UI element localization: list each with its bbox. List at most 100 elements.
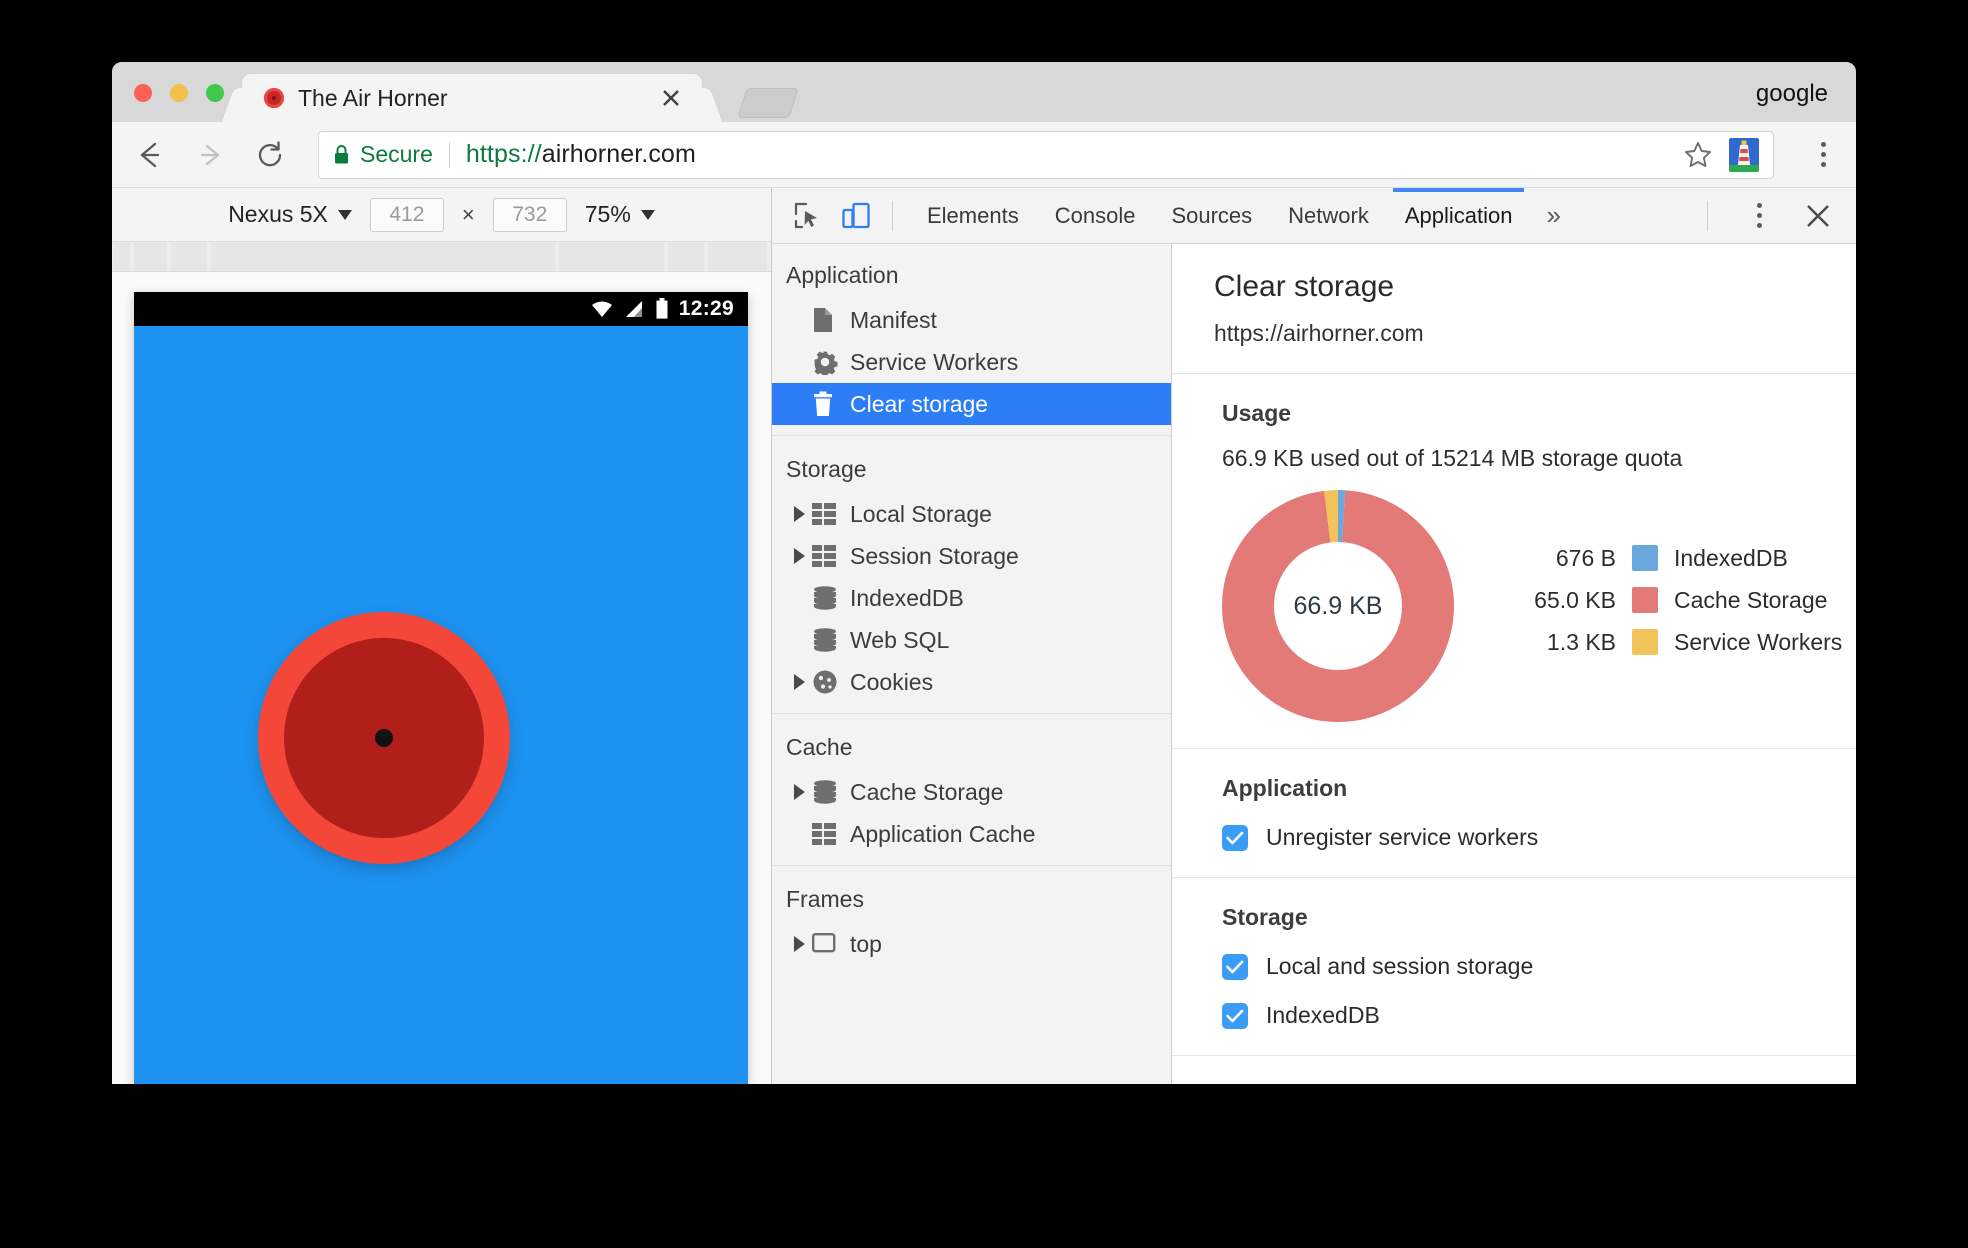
close-devtools-icon[interactable] xyxy=(1798,196,1838,236)
minimize-window-button[interactable] xyxy=(170,84,188,102)
storage-usage-donut-chart: 66.9 KB 676 B IndexedDB 65.0 KB Cache St… xyxy=(1222,490,1856,722)
sidebar-item-local-storage[interactable]: Local Storage xyxy=(772,493,1171,535)
dimension-separator: × xyxy=(461,201,475,227)
sidebar-item-service-workers[interactable]: Service Workers xyxy=(772,341,1171,383)
air-horn-button[interactable] xyxy=(258,612,510,864)
viewport-ruler xyxy=(112,242,771,272)
tab-sources[interactable]: Sources xyxy=(1153,188,1270,243)
tab-network[interactable]: Network xyxy=(1270,188,1387,243)
browser-tab[interactable]: The Air Horner xyxy=(242,74,702,122)
checkbox-checked-icon[interactable] xyxy=(1222,953,1248,980)
usage-section-title: Usage xyxy=(1222,400,1292,426)
device-selector-label: Nexus 5X xyxy=(228,201,328,227)
expand-arrow-icon[interactable] xyxy=(786,506,812,522)
database-icon xyxy=(812,780,842,804)
lighthouse-extension-icon[interactable] xyxy=(1729,137,1759,172)
omnibox-toolbar: Secure https://airhorner.com xyxy=(112,122,1856,188)
checkbox-checked-icon[interactable] xyxy=(1222,824,1248,851)
application-section-title: Application xyxy=(1222,775,1348,801)
inspect-element-icon[interactable] xyxy=(788,196,828,236)
expand-arrow-icon[interactable] xyxy=(786,784,812,800)
frame-icon xyxy=(812,933,842,955)
sidebar-item-cookies[interactable]: Cookies xyxy=(772,661,1171,703)
legend-swatch xyxy=(1632,545,1658,571)
expand-arrow-icon[interactable] xyxy=(786,936,812,952)
tab-console[interactable]: Console xyxy=(1037,188,1154,243)
ruler-segment xyxy=(707,242,768,271)
address-bar[interactable]: Secure https://airhorner.com xyxy=(318,130,1774,179)
viewport-width-input[interactable]: 412 xyxy=(369,197,444,232)
sidebar-item-session-storage[interactable]: Session Storage xyxy=(772,535,1171,577)
sidebar-item-web-sql[interactable]: Web SQL xyxy=(772,619,1171,661)
new-tab-icon[interactable] xyxy=(737,88,799,118)
sidebar-item-indexeddb[interactable]: IndexedDB xyxy=(772,577,1171,619)
checkbox-label: Unregister service workers xyxy=(1266,824,1539,850)
legend-item-cache-storage: 65.0 KB Cache Storage xyxy=(1504,585,1842,615)
devtools-menu-icon[interactable] xyxy=(1742,198,1776,234)
tree-header-frames: Frames xyxy=(786,886,864,912)
tree-section-application: Application Manifest Service Workers Cle… xyxy=(772,252,1171,425)
sidebar-item-clear-storage[interactable]: Clear storage xyxy=(772,383,1171,425)
viewport-height-input[interactable]: 732 xyxy=(492,197,567,232)
close-window-button[interactable] xyxy=(134,84,152,102)
tree-section-cache: Cache Cache Storage Application Cache xyxy=(772,713,1171,855)
chart-legend: 676 B IndexedDB 65.0 KB Cache Storage 1.… xyxy=(1504,543,1842,669)
tab-title: The Air Horner xyxy=(298,84,448,111)
application-sidebar: Application Manifest Service Workers Cle… xyxy=(772,244,1172,1084)
tab-application[interactable]: Application xyxy=(1387,188,1531,243)
omnibox-url: https://airhorner.com xyxy=(466,140,696,169)
usage-section: Usage 66.9 KB used out of 15214 MB stora… xyxy=(1172,374,1856,749)
device-selector[interactable]: Nexus 5X xyxy=(228,201,352,228)
main-split: Nexus 5X 412 × 732 75% 12:29 Elements Co… xyxy=(112,188,1856,1084)
close-icon[interactable] xyxy=(654,81,688,115)
legend-item-service-workers: 1.3 KB Service Workers xyxy=(1504,627,1842,657)
sidebar-item-label: IndexedDB xyxy=(850,584,964,611)
sidebar-item-label: Local Storage xyxy=(850,500,992,527)
android-status-bar: 12:29 xyxy=(134,292,748,326)
trash-icon xyxy=(812,391,842,417)
battery-icon xyxy=(656,298,668,319)
checkbox-indexeddb[interactable]: IndexedDB xyxy=(1222,1002,1856,1029)
chevron-double-right-icon[interactable]: » xyxy=(1530,200,1576,231)
legend-label: Cache Storage xyxy=(1674,586,1828,613)
toggle-device-toolbar-icon[interactable] xyxy=(836,196,876,236)
air-horn-center-dot xyxy=(375,729,393,747)
legend-label: Service Workers xyxy=(1674,628,1843,655)
url-scheme: https:// xyxy=(465,140,542,168)
status-bar-clock: 12:29 xyxy=(678,297,734,320)
tab-elements[interactable]: Elements xyxy=(909,188,1037,243)
expand-arrow-icon[interactable] xyxy=(786,548,812,564)
bookmark-star-icon[interactable] xyxy=(1683,140,1713,170)
tree-header-cache: Cache xyxy=(786,734,853,760)
legend-value: 676 B xyxy=(1555,544,1616,571)
device-screen[interactable]: 12:29 xyxy=(134,292,748,1084)
manifest-file-icon xyxy=(812,307,842,333)
checkbox-unregister-service-workers[interactable]: Unregister service workers xyxy=(1222,824,1856,851)
usage-summary: 66.9 KB used out of 15214 MB storage quo… xyxy=(1222,445,1683,471)
legend-value: 65.0 KB xyxy=(1534,586,1616,613)
air-horn-favicon xyxy=(264,88,284,108)
checkbox-checked-icon[interactable] xyxy=(1222,1002,1248,1029)
sidebar-item-manifest[interactable]: Manifest xyxy=(772,299,1171,341)
maximize-window-button[interactable] xyxy=(206,84,224,102)
devtools-toolbar-right xyxy=(1691,196,1856,236)
back-arrow-icon[interactable] xyxy=(126,131,174,179)
legend-item-indexeddb: 676 B IndexedDB xyxy=(1504,543,1842,573)
ruler-segment xyxy=(559,242,665,271)
toolbar-divider xyxy=(1707,200,1708,231)
checkbox-local-and-session-storage[interactable]: Local and session storage xyxy=(1222,953,1856,980)
expand-arrow-icon[interactable] xyxy=(786,674,812,690)
cell-signal-icon xyxy=(625,301,642,317)
devtools-panel: Elements Console Sources Network Applica… xyxy=(772,188,1856,1084)
sidebar-item-cache-storage[interactable]: Cache Storage xyxy=(772,771,1171,813)
sidebar-item-top-frame[interactable]: top xyxy=(772,923,1171,965)
chrome-menu-icon[interactable] xyxy=(1806,137,1840,173)
window-traffic-lights xyxy=(134,84,224,102)
sidebar-item-application-cache[interactable]: Application Cache xyxy=(772,813,1171,855)
storage-options-section: Storage Local and session storage Indexe… xyxy=(1172,878,1856,1056)
zoom-selector-label: 75% xyxy=(584,201,631,227)
zoom-selector[interactable]: 75% xyxy=(585,201,655,228)
clear-storage-panel: Clear storage https://airhorner.com Usag… xyxy=(1172,244,1856,1084)
panel-header: Clear storage https://airhorner.com xyxy=(1172,244,1856,374)
reload-icon[interactable] xyxy=(246,131,294,179)
